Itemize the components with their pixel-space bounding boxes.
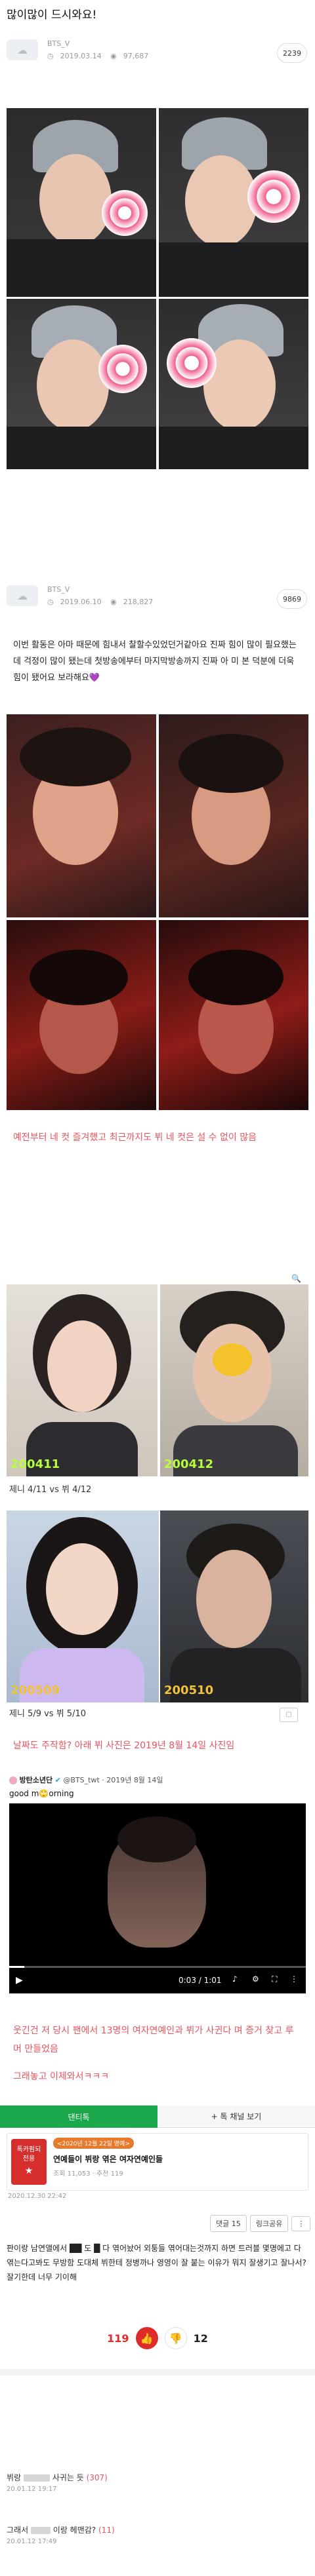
clock-icon: ◷ — [47, 598, 54, 606]
zoom-icon[interactable]: 🔍 — [291, 1274, 301, 1283]
reply-name: 뷔랑 — [7, 2473, 22, 2482]
more-button[interactable]: ⋮ — [291, 2216, 311, 2231]
photo-8[interactable] — [159, 920, 308, 1110]
tweet-account[interactable]: 방탄소년단 — [20, 1776, 53, 1784]
badge-line-2: 전용 — [22, 2155, 35, 2163]
post-meta: ☁ BTS_V ◷ 2019.03.14 ◉ 97,687 2239 — [7, 39, 308, 63]
tab-channel-view[interactable]: + 톡 채널 보기 — [158, 2105, 315, 2128]
reply-text: 이랑 헤맨감? — [52, 2526, 96, 2535]
video-progress[interactable] — [9, 1966, 24, 1968]
comparison-photo-jennie-1[interactable]: 200411 — [7, 1284, 158, 1476]
channel-tabs: 댄티톡 + 톡 채널 보기 — [0, 2105, 315, 2128]
photo-2[interactable] — [159, 108, 308, 297]
date-label-left-1: 200411 — [10, 1457, 60, 1471]
avatar[interactable]: ☁ — [7, 39, 38, 60]
tweet-text: good m🙄orning — [9, 1789, 74, 1798]
comment-body: 판이랑 남연앨에서 ██ 도 █ 다 엮어놨어 외퉁들 엮어대는것까지 하면 트… — [7, 2244, 306, 2282]
settings-icon[interactable]: ⚙ — [252, 1974, 259, 1984]
photo-6[interactable] — [159, 714, 308, 917]
date-label-right-1: 200412 — [164, 1457, 214, 1471]
date-label-left-2: 200509 — [10, 1683, 60, 1697]
comparison-photo-jennie-2[interactable]: 200509 — [7, 1510, 159, 1702]
photo-4[interactable] — [159, 299, 308, 469]
author-name[interactable]: BTS_V — [47, 39, 155, 48]
censored-name — [30, 2527, 51, 2534]
fullscreen-icon[interactable]: ⛶ — [272, 1974, 277, 1984]
reply-date: 20.01.12 17:49 — [7, 2538, 57, 2545]
vote-row: 119 👍 👎 12 — [92, 2325, 223, 2351]
avatar-2[interactable]: ☁ — [7, 585, 38, 606]
video-controls: ▶ 0:03 / 1:01 ♪ ⚙ ⛶ ⋮ — [9, 1966, 306, 1993]
photo-1[interactable] — [7, 108, 156, 297]
featured-card[interactable]: <2020년 12월 22일 명예> 톡카펌되 전용 ★ 연예들이 뷔랑 엮은 … — [7, 2133, 308, 2191]
highlight-text-3: 웃긴건 저 당시 팬에서 13명의 여자연예인과 뷔가 사귄다 며 증거 찾고 … — [13, 2026, 294, 2054]
downvote-button[interactable]: 👎 — [164, 2327, 187, 2349]
expand-icon[interactable]: ▢ — [280, 1708, 298, 1722]
tweet-date: 2019년 8월 14일 — [106, 1776, 163, 1784]
post-date: 2019.03.14 — [60, 52, 102, 60]
share-link-button[interactable]: 링크공유 — [249, 2215, 289, 2232]
comparison-caption-1: 제니 4/11 vs 뷔 4/12 — [9, 1485, 92, 1495]
card-headline[interactable]: 연예들이 뷔랑 엮은 여자연예인들 — [53, 2153, 163, 2164]
clock-icon: ◷ — [47, 52, 54, 60]
photo-3[interactable] — [7, 299, 156, 469]
comparison-photo-v-1[interactable]: 200412 — [160, 1284, 308, 1476]
eye-icon: ◉ — [110, 52, 117, 60]
reply-text: 사귀는 듯 — [52, 2473, 84, 2482]
reply-count: (11) — [98, 2526, 115, 2535]
highlight-text-4: 그래놓고 이제와서ㅋㅋㅋ — [13, 2071, 110, 2082]
date-label-right-2: 200510 — [164, 1683, 214, 1697]
award-badge: 톡카펌되 전용 ★ — [11, 2139, 47, 2185]
reply-name: 그래서 — [7, 2526, 29, 2535]
photo-5[interactable] — [7, 714, 156, 917]
post-body: 이번 활동은 아마 때문에 힘내서 찰할수있었던거같아요 진짜 힘이 많이 필요… — [13, 640, 297, 683]
downvote-count: 12 — [193, 2332, 208, 2345]
tweet-avatar-icon — [9, 1777, 17, 1784]
play-icon[interactable]: ▶ — [16, 1975, 23, 1986]
card-date: 2020.12.30 22:42 — [8, 2193, 67, 2200]
more-icon[interactable]: ⋮ — [290, 1974, 298, 1984]
cloud-icon: ☁ — [17, 589, 28, 602]
view-count: 97,687 — [123, 52, 149, 60]
tab-active[interactable]: 댄티톡 — [0, 2105, 158, 2128]
author-name-2[interactable]: BTS_V — [47, 585, 159, 594]
trophy-icon: ★ — [24, 2166, 33, 2176]
verified-icon: ✔ — [54, 1776, 61, 1784]
reply-date: 20.01.12 19:17 — [7, 2486, 57, 2493]
video-time: 0:03 / 1:01 — [178, 1976, 222, 1985]
card-sub: 조회 11,053 · 추천 119 — [53, 2170, 123, 2178]
post-title: 많이많이 드시와요! — [7, 9, 97, 22]
upvote-count: 119 — [107, 2332, 129, 2345]
censored-name — [23, 2474, 50, 2482]
comparison-photo-v-2[interactable]: 200510 — [160, 1510, 308, 1702]
comparison-caption-2: 제니 5/9 vs 뷔 5/10 — [9, 1709, 86, 1719]
post-meta-2: ☁ BTS_V ◷ 2019.06.10 ◉ 218,827 9869 — [7, 585, 308, 609]
upvote-button[interactable]: 👍 — [135, 2327, 158, 2349]
thumbs-down-icon: 👎 — [169, 2332, 182, 2345]
comment-count-badge[interactable]: 2239 — [277, 43, 307, 63]
badge-top: <2020년 12월 22일 명예> — [53, 2138, 134, 2149]
post-date-2: 2019.06.10 — [60, 598, 102, 606]
tweet-header: 방탄소년단 ✔ @BTS_twt · 2019년 8월 14일 — [9, 1775, 306, 1785]
action-row: 댓글 15 링크공유 ⋮ — [210, 2215, 311, 2232]
volume-icon[interactable]: ♪ — [232, 1974, 238, 1984]
reply-item[interactable]: 뷔랑 사귀는 듯 (307) 20.01.12 19:17 — [7, 2472, 308, 2493]
reply-count: (307) — [86, 2473, 108, 2482]
badge-line-1: 톡카펌되 — [16, 2146, 41, 2153]
highlight-text-2: 날짜도 주작함? 아래 뷔 사진은 2019년 8월 14일 사진임 — [13, 1740, 235, 1751]
photo-7[interactable] — [7, 920, 156, 1110]
highlight-text-1: 예전부터 네 컷 즐겨했고 최근까지도 뷔 네 컷은 설 수 없이 많음 — [13, 1132, 257, 1143]
tweet-handle[interactable]: @BTS_twt — [63, 1776, 99, 1784]
reply-count-button[interactable]: 댓글 15 — [210, 2215, 247, 2232]
view-count-2: 218,827 — [123, 598, 154, 606]
tweet-video[interactable]: ▶ 0:03 / 1:01 ♪ ⚙ ⛶ ⋮ — [9, 1803, 306, 1993]
eye-icon: ◉ — [110, 598, 117, 606]
divider — [0, 2369, 315, 2375]
comment-count-badge-2[interactable]: 9869 — [277, 589, 307, 609]
cloud-icon: ☁ — [17, 43, 28, 56]
thumbs-up-icon: 👍 — [140, 2332, 154, 2345]
reply-item[interactable]: 그래서 이랑 헤맨감? (11) 20.01.12 17:49 — [7, 2524, 308, 2545]
